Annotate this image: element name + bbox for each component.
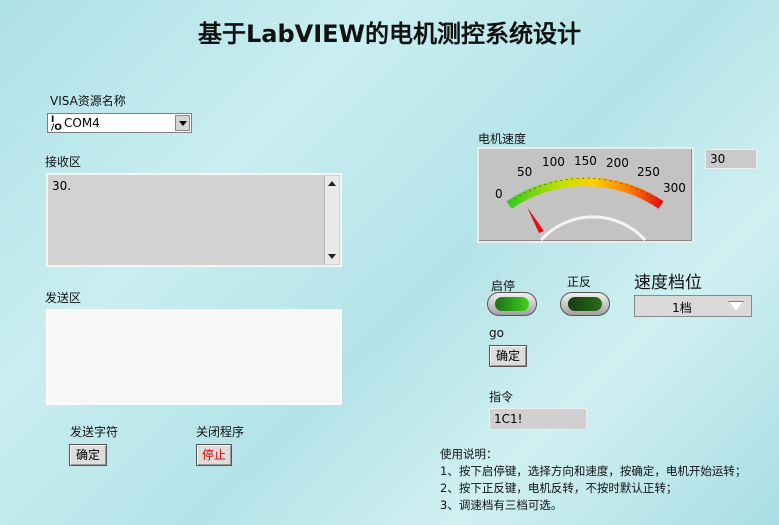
send-area-label: 发送区 (45, 291, 82, 305)
gauge-scale-label: 150 (574, 154, 597, 168)
visa-resource-label: VISA资源名称 (50, 94, 126, 108)
speed-gear-label: 速度档位 (634, 273, 702, 293)
command-display: 1C1! (489, 408, 587, 430)
close-program-label: 关闭程序 (196, 425, 245, 439)
speed-gear-value: 1档 (672, 301, 692, 315)
send-char-button[interactable]: 确定 (69, 444, 107, 466)
gauge-scale-label: 200 (606, 156, 629, 170)
motor-speed-gauge: 0 50 100 150 200 250 300 (477, 147, 694, 243)
gauge-needle (527, 207, 544, 233)
instruction-line: 2、按下正反键，电机反转，不按时默认正转； (440, 481, 678, 495)
gauge-scale-label: 250 (637, 165, 660, 179)
scroll-down-icon[interactable] (328, 254, 336, 259)
io-icon: I/O (51, 115, 62, 133)
motor-speed-indicator: 30 (705, 149, 757, 169)
visa-resource-select[interactable]: I/O COM4 (47, 113, 192, 133)
dropdown-triangle-inner-icon (729, 302, 743, 311)
start-stop-toggle[interactable] (487, 292, 537, 316)
instructions-block: 使用说明： 1、按下启停键，选择方向和速度，按确定，电机开始运转； 2、按下正反… (440, 446, 746, 514)
speed-gear-select[interactable]: 1档 (634, 295, 752, 317)
gauge-scale-label: 100 (542, 155, 565, 169)
receive-area-label: 接收区 (45, 155, 82, 169)
gauge-colored-arc (506, 177, 664, 209)
receive-scrollbar[interactable] (324, 176, 339, 264)
direction-label: 正反 (567, 275, 592, 289)
instructions-title: 使用说明： (440, 447, 498, 461)
instruction-line: 3、调速档有三档可选。 (440, 498, 563, 512)
gauge-scale-label: 0 (495, 187, 503, 201)
go-label: go (489, 326, 504, 340)
send-area[interactable] (46, 309, 342, 405)
visa-resource-value: COM4 (64, 116, 100, 130)
scroll-up-icon[interactable] (328, 181, 336, 186)
start-stop-led (495, 297, 529, 311)
dropdown-arrow-icon[interactable] (175, 115, 190, 131)
motor-speed-label: 电机速度 (478, 132, 527, 146)
instruction-line: 1、按下启停键，选择方向和速度，按确定，电机开始运转； (440, 464, 747, 478)
gauge-scale-label: 50 (517, 165, 533, 179)
receive-area[interactable]: 30. (46, 173, 342, 267)
receive-area-text: 30. (52, 179, 72, 193)
gauge-hub-arc (539, 215, 647, 241)
direction-led (568, 297, 602, 311)
direction-toggle[interactable] (560, 292, 610, 316)
command-label: 指令 (489, 390, 514, 404)
go-confirm-button[interactable]: 确定 (489, 345, 527, 367)
gauge-scale-label: 300 (663, 181, 686, 195)
stop-button[interactable]: 停止 (196, 444, 232, 466)
send-char-label: 发送字符 (70, 425, 119, 439)
page-title: 基于LabVIEW的电机测控系统设计 (197, 20, 582, 48)
